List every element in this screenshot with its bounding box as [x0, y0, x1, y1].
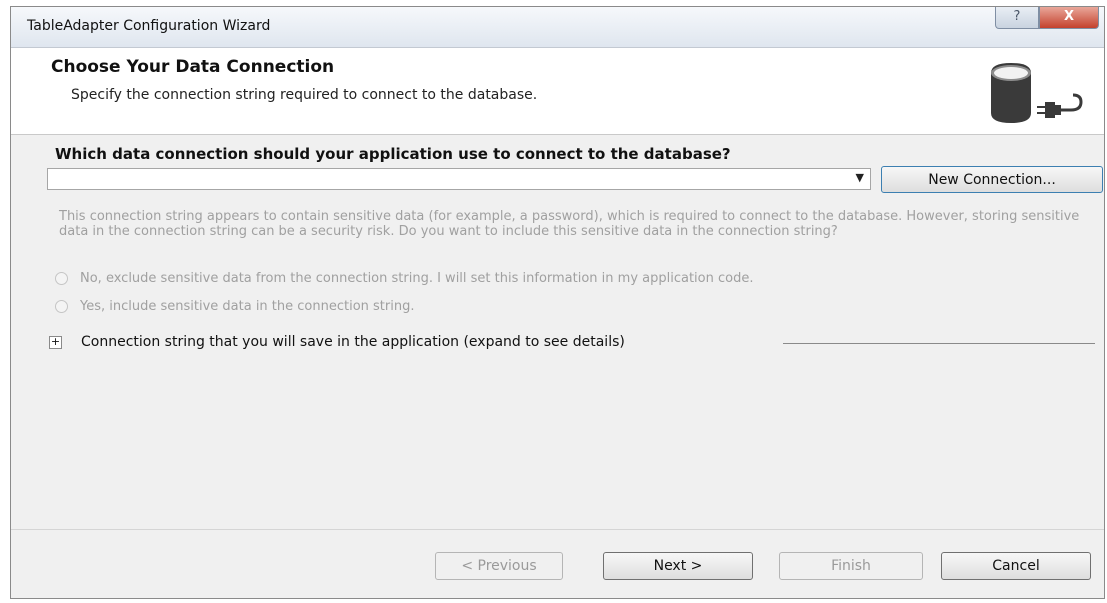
- page-title: Choose Your Data Connection: [51, 57, 335, 77]
- radio-label-exclude: No, exclude sensitive data from the conn…: [80, 271, 754, 286]
- expand-plus-icon[interactable]: +: [49, 335, 62, 349]
- close-button[interactable]: X: [1039, 7, 1099, 29]
- previous-button[interactable]: < Previous: [435, 552, 563, 580]
- radio-button-include[interactable]: [55, 300, 68, 313]
- database-plug-icon: [991, 63, 1083, 123]
- radio-label-include: Yes, include sensitive data in the conne…: [80, 299, 415, 314]
- next-button[interactable]: Next >: [603, 552, 753, 580]
- window-title: TableAdapter Configuration Wizard: [27, 18, 271, 34]
- title-bar: TableAdapter Configuration Wizard ? X: [11, 7, 1104, 48]
- radio-button-exclude[interactable]: [55, 272, 68, 285]
- expander-label: Connection string that you will save in …: [81, 334, 625, 350]
- sensitive-data-message: This connection string appears to contai…: [59, 209, 1080, 239]
- cancel-button[interactable]: Cancel: [941, 552, 1091, 580]
- new-connection-button[interactable]: New Connection...: [881, 166, 1103, 193]
- finish-button[interactable]: Finish: [779, 552, 923, 580]
- connection-string-expander[interactable]: + Connection string that you will save i…: [49, 334, 625, 350]
- radio-option-include[interactable]: Yes, include sensitive data in the conne…: [55, 299, 414, 314]
- connection-question: Which data connection should your applic…: [55, 145, 731, 163]
- help-button[interactable]: ?: [995, 7, 1039, 29]
- page-subtitle: Specify the connection string required t…: [71, 87, 538, 103]
- radio-option-exclude[interactable]: No, exclude sensitive data from the conn…: [55, 271, 753, 286]
- dropdown-arrow-icon[interactable]: ▼: [856, 171, 864, 184]
- connection-dropdown[interactable]: ▼: [47, 168, 871, 190]
- footer-divider: [11, 529, 1104, 530]
- wizard-header: Choose Your Data Connection Specify the …: [11, 48, 1104, 135]
- expander-divider: [783, 343, 1095, 344]
- wizard-window: TableAdapter Configuration Wizard ? X Ch…: [10, 6, 1105, 599]
